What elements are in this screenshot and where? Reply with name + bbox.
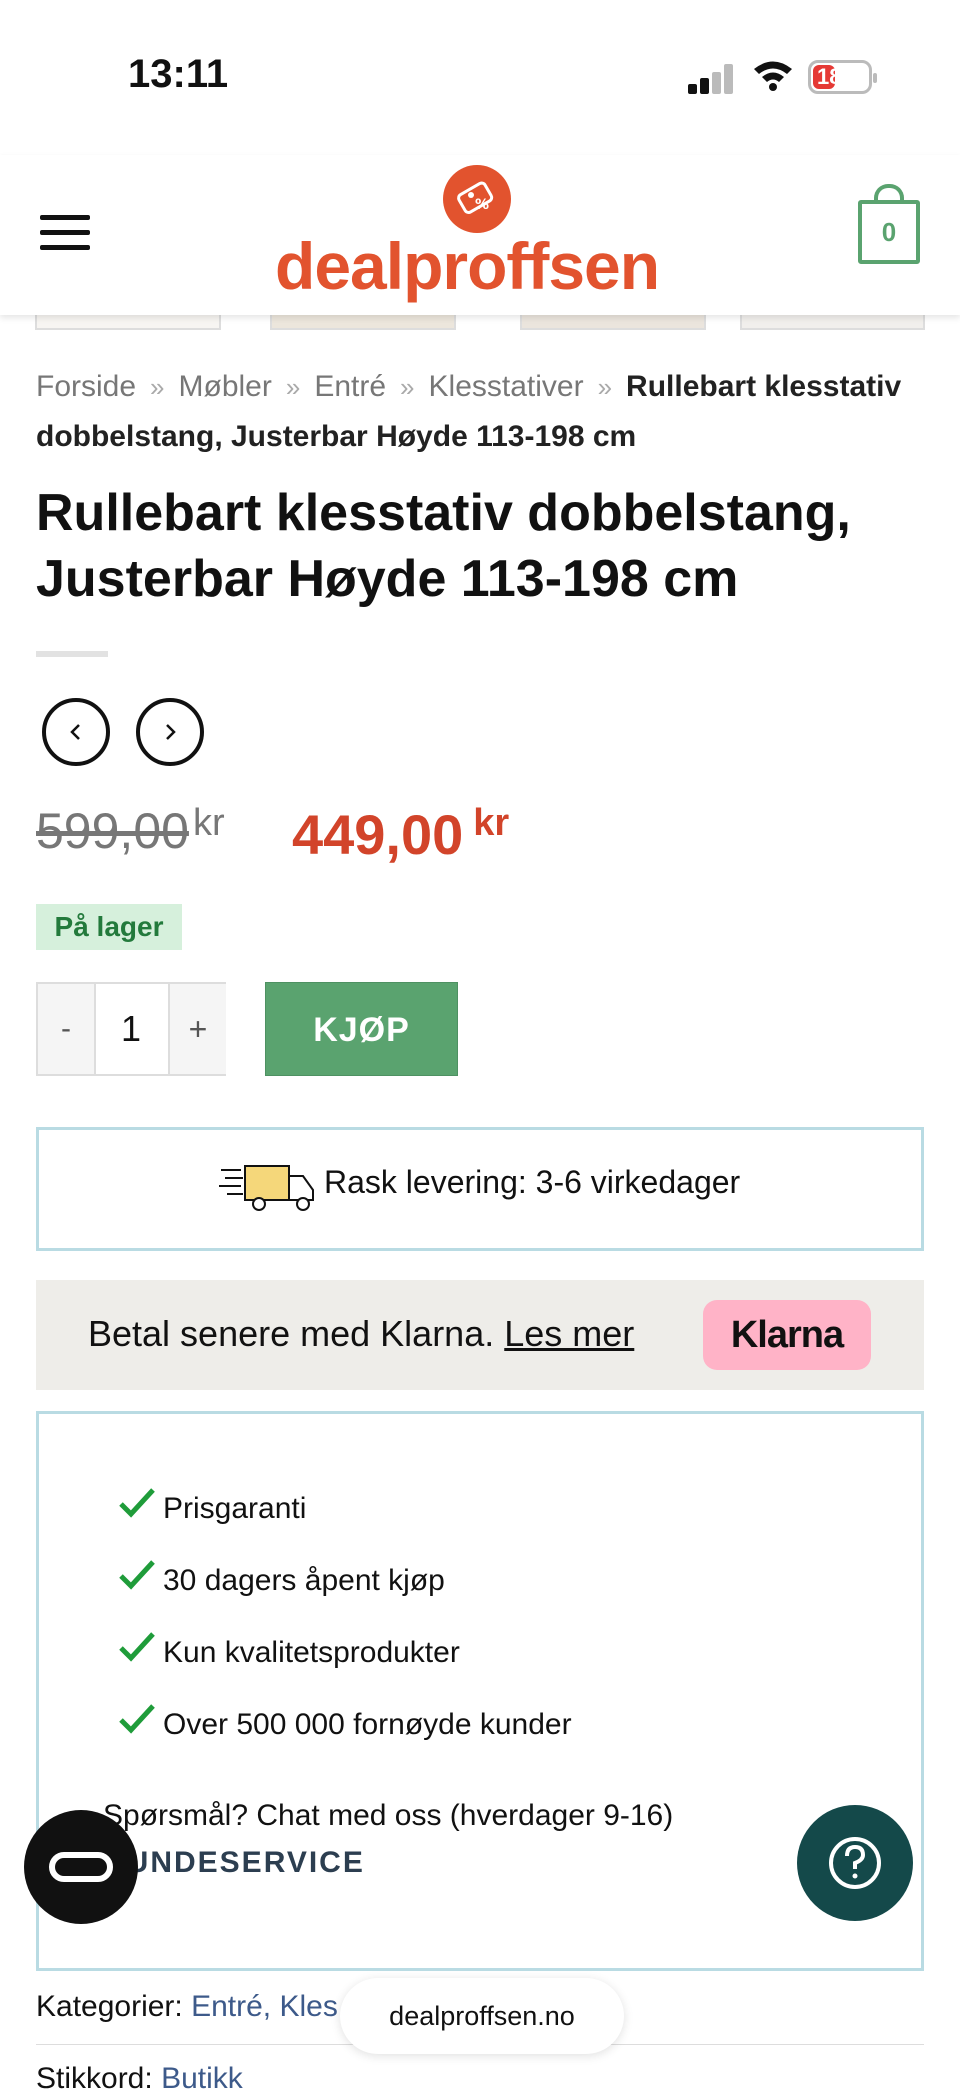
checkmark-icon (119, 1632, 155, 1670)
category-links[interactable]: Entré, Kles (191, 1990, 338, 2023)
previous-product-button[interactable] (42, 698, 110, 766)
checkmark-icon (119, 1560, 155, 1598)
hamburger-menu-icon[interactable] (40, 215, 90, 251)
quantity-stepper: - 1 + (36, 982, 226, 1076)
klarna-logo: Klarna (703, 1300, 871, 1370)
delivery-info-box: Rask levering: 3-6 virkedager (36, 1127, 924, 1251)
old-price: 599,00 kr (36, 802, 225, 860)
breadcrumb-separator: » (150, 372, 165, 402)
usp-item: Prisgaranti (119, 1488, 306, 1526)
breadcrumb-separator: » (400, 372, 415, 402)
question-icon (829, 1837, 881, 1889)
breadcrumb-item[interactable]: Entré (314, 370, 386, 403)
battery-icon: 18 (808, 60, 877, 94)
stock-badge: På lager (36, 904, 182, 950)
categories-label: Kategorier: (36, 1990, 183, 2023)
battery-level: 18 (817, 64, 842, 89)
breadcrumb-separator: » (597, 372, 613, 402)
status-time: 13:11 (128, 52, 229, 96)
product-title: Rullebart klesstativ dobbelstang, Juster… (36, 484, 851, 608)
browser-url-bar[interactable]: dealproffsen.no (340, 1978, 624, 2054)
usp-item: Kun kvalitetsprodukter (119, 1632, 460, 1670)
breadcrumb-separator: » (285, 372, 301, 402)
klarna-banner: Betal senere med Klarna. Les mer Klarna (36, 1280, 924, 1390)
customer-service-link[interactable]: KUNDESERVICE (103, 1846, 365, 1880)
logo-tag-icon[interactable]: % (443, 165, 511, 233)
checkmark-icon (119, 1488, 155, 1526)
usp-label: 30 dagers åpent kjøp (163, 1564, 445, 1597)
wifi-icon (752, 58, 794, 92)
svg-text:%: % (475, 197, 489, 213)
help-button[interactable] (797, 1805, 913, 1921)
cellular-signal-icon (688, 62, 734, 94)
usp-item: 30 dagers åpent kjøp (119, 1560, 445, 1598)
delivery-text: Rask levering: 3-6 virkedager (324, 1164, 741, 1200)
breadcrumb-item[interactable]: Forside (36, 370, 136, 403)
breadcrumb: Forside» Møbler» Entré» Klesstativer» Rulleb… (36, 362, 916, 462)
cart-icon[interactable]: 0 (858, 184, 920, 264)
cart-count: 0 (881, 217, 897, 247)
quantity-decrease-button[interactable]: - (38, 984, 96, 1074)
breadcrumb-item[interactable]: Møbler (179, 370, 272, 403)
sale-price: 449,00 kr (292, 802, 509, 867)
breadcrumb-item[interactable]: Klesstativer (429, 370, 584, 403)
link-icon (49, 1852, 113, 1882)
sale-price-currency: kr (473, 802, 510, 844)
chat-question: Spørsmål? Chat med oss (hverdager 9-16) (103, 1799, 674, 1832)
usp-box: Prisgaranti 30 dagers åpent kjøp Kun kva… (36, 1411, 924, 1971)
usp-item: Over 500 000 fornøyde kunder (119, 1704, 572, 1742)
sale-price-value: 449,00 (292, 803, 464, 866)
klarna-text: Betal senere med Klarna. (88, 1313, 495, 1354)
tag-link[interactable]: Butikk (161, 2062, 243, 2095)
usp-label: Prisgaranti (163, 1492, 307, 1525)
old-price-currency: kr (192, 802, 225, 844)
camera-lens-button[interactable] (24, 1810, 138, 1924)
usp-label: Kun kvalitetsprodukter (163, 1636, 460, 1669)
quantity-input[interactable]: 1 (96, 984, 166, 1074)
tags-label: Stikkord: (36, 2062, 153, 2095)
delivery-truck-icon (219, 1165, 314, 1211)
quantity-increase-button[interactable]: + (168, 984, 226, 1074)
title-divider (36, 651, 108, 657)
old-price-value: 599,00 (36, 803, 189, 859)
site-logo[interactable]: dealproffsen (275, 228, 660, 304)
usp-label: Over 500 000 fornøyde kunder (163, 1708, 572, 1741)
checkmark-icon (119, 1704, 155, 1742)
tags-row: Stikkord: Butikk (36, 2062, 243, 2096)
klarna-read-more-link[interactable]: Les mer (504, 1313, 634, 1354)
next-product-button[interactable] (136, 698, 204, 766)
buy-button[interactable]: KJØP (265, 982, 458, 1076)
